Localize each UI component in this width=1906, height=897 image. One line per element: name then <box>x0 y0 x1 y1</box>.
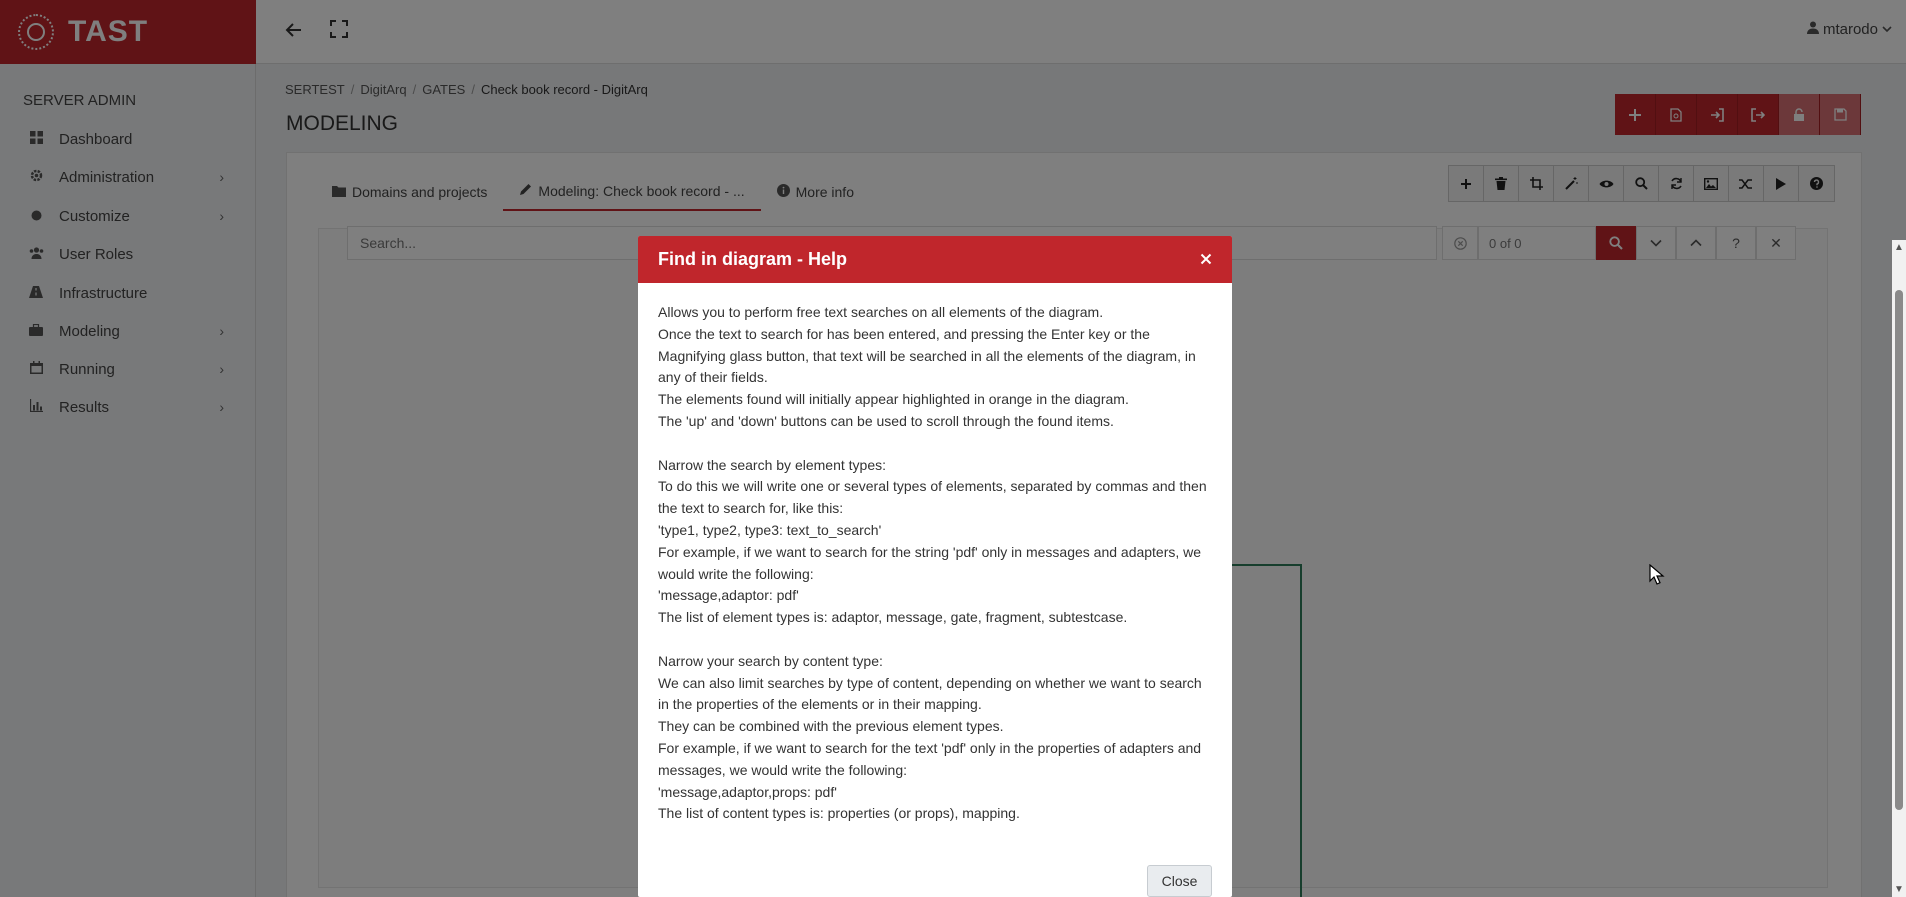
scrollbar-thumb[interactable] <box>1895 290 1903 810</box>
help-line: They can be combined with the previous e… <box>658 718 1004 735</box>
help-line: Allows you to perform free text searches… <box>658 304 1104 320</box>
help-paragraph: Narrow the search by element types: To d… <box>658 455 1212 629</box>
modal-header: Find in diagram - Help <box>638 236 1232 283</box>
help-line: The list of element types is: adaptor, m… <box>658 609 1128 626</box>
close-icon[interactable] <box>1200 249 1212 270</box>
scroll-up-icon[interactable]: ▲ <box>1894 242 1904 253</box>
find-help-modal: Find in diagram - Help Allows you to per… <box>638 236 1232 897</box>
help-line: The 'up' and 'down' buttons can be used … <box>658 412 1114 429</box>
help-line: Narrow your search by content type: <box>658 652 883 669</box>
help-line: The list of content types is: properties… <box>658 805 1020 822</box>
help-line: Narrow the search by element types: <box>658 456 886 473</box>
scroll-down-icon[interactable]: ▼ <box>1894 884 1904 895</box>
help-paragraph: Allows you to perform free text searches… <box>658 302 1212 433</box>
help-line: For example, if we want to search for th… <box>658 739 1202 778</box>
help-line: 'message,adaptor: pdf' <box>658 587 799 604</box>
help-line: 'type1, type2, type3: text_to_search' <box>658 521 882 538</box>
help-paragraph: Narrow your search by content type: We c… <box>658 651 1212 825</box>
help-line: We can also limit searches by type of co… <box>658 674 1202 713</box>
modal-title: Find in diagram - Help <box>658 249 848 269</box>
help-line: For example, if we want to search for th… <box>658 543 1202 582</box>
help-line: To do this we will write one or several … <box>658 478 1207 517</box>
page-scrollbar[interactable]: ▲ ▼ <box>1892 240 1906 897</box>
help-line: 'message,adaptor,props: pdf' <box>658 783 837 800</box>
help-line: Once the text to search for has been ent… <box>658 325 1196 386</box>
help-line: The elements found will initially appear… <box>658 391 1129 408</box>
close-button[interactable]: Close <box>1147 865 1212 897</box>
modal-body: Allows you to perform free text searches… <box>638 283 1232 825</box>
